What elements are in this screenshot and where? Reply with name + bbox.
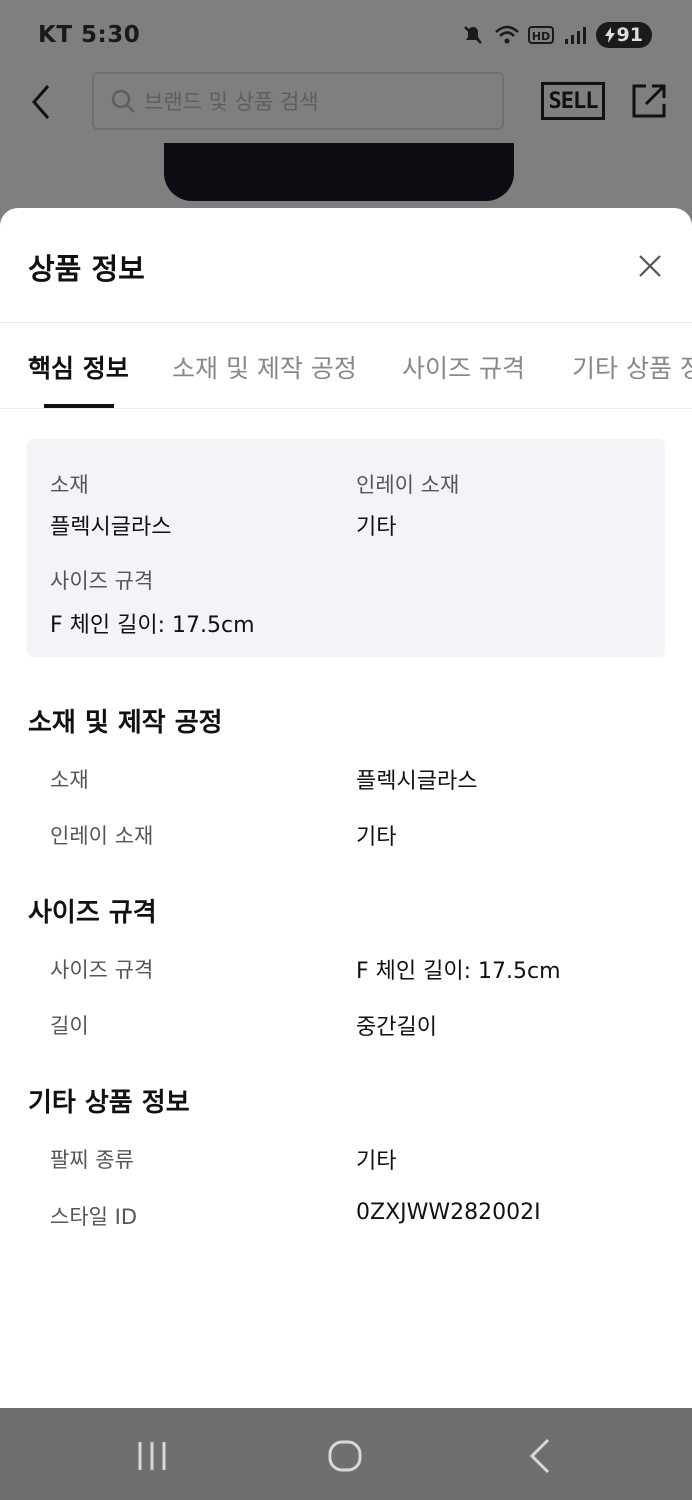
- row-label: 팔찌 종류: [50, 1148, 134, 1172]
- row-value: 플렉시글라스: [356, 769, 478, 794]
- row-value: 기타: [356, 825, 397, 850]
- nav-back-button[interactable]: [522, 1436, 562, 1476]
- row-label: 스타일 ID: [50, 1205, 137, 1229]
- row-label: 길이: [50, 1014, 89, 1038]
- signal-icon: [562, 24, 588, 46]
- app-header: 브랜드 및 상품 검색 SELL: [0, 70, 692, 134]
- sell-button[interactable]: SELL: [541, 82, 605, 120]
- svg-text:HD: HD: [531, 30, 549, 43]
- search-placeholder: 브랜드 및 상품 검색: [144, 90, 319, 114]
- tab-bar: 핵심 정보 소재 및 제작 공정 사이즈 규격 기타 상품 정보: [0, 323, 692, 409]
- tab-other-info[interactable]: 기타 상품 정보: [572, 349, 692, 385]
- summary-value: 기타: [356, 515, 397, 540]
- close-button[interactable]: [636, 252, 664, 280]
- row-value: 기타: [356, 1149, 397, 1174]
- nav-back-icon: [529, 1438, 550, 1474]
- active-tab-indicator: [44, 404, 114, 408]
- tab-material[interactable]: 소재 및 제작 공정: [172, 349, 357, 385]
- summary-label: 소재: [50, 473, 89, 497]
- sheet-header: 상품 정보: [0, 208, 692, 323]
- section-title-material: 소재 및 제작 공정: [28, 708, 223, 738]
- row-value: 0ZXJWW282002I: [356, 1200, 541, 1225]
- search-input[interactable]: 브랜드 및 상품 검색: [92, 72, 504, 130]
- charging-icon: [604, 27, 615, 43]
- tab-size[interactable]: 사이즈 규격: [402, 349, 525, 385]
- summary-label: 인레이 소재: [356, 473, 460, 497]
- row-label: 소재: [50, 768, 89, 792]
- summary-card: 소재 플렉시글라스 인레이 소재 기타 사이즈 규격 F 체인 길이: 17.5…: [27, 439, 665, 657]
- recent-apps-button[interactable]: [132, 1436, 172, 1476]
- summary-value: F 체인 길이: 17.5cm: [50, 613, 255, 638]
- chevron-left-icon: [32, 85, 50, 119]
- battery-indicator: 91: [595, 22, 652, 48]
- search-icon: [111, 89, 135, 113]
- product-image: [164, 143, 514, 201]
- row-label: 인레이 소재: [50, 824, 154, 848]
- row-value: F 체인 길이: 17.5cm: [356, 959, 561, 984]
- sheet-title: 상품 정보: [28, 252, 145, 286]
- share-icon: [632, 84, 666, 118]
- section-title-size: 사이즈 규격: [28, 898, 157, 928]
- row-value: 중간길이: [356, 1015, 437, 1040]
- summary-value: 플렉시글라스: [50, 515, 172, 540]
- mute-icon: [460, 24, 486, 46]
- row-label: 사이즈 규격: [50, 958, 154, 982]
- share-button[interactable]: [630, 82, 668, 120]
- status-carrier-time: KT 5:30: [38, 22, 141, 48]
- tab-core-info[interactable]: 핵심 정보: [28, 349, 129, 385]
- battery-level: 91: [616, 24, 643, 46]
- status-icons: HD 91: [460, 22, 652, 48]
- hd-icon: HD: [527, 24, 554, 46]
- recent-apps-icon: [138, 1442, 166, 1470]
- section-title-other: 기타 상품 정보: [28, 1088, 190, 1118]
- system-nav-bar: [0, 1408, 692, 1500]
- home-icon: [328, 1440, 362, 1472]
- wifi-icon: [494, 24, 520, 46]
- home-button[interactable]: [325, 1436, 365, 1476]
- close-icon: [639, 255, 661, 277]
- status-bar: KT 5:30 HD 91: [0, 0, 692, 70]
- back-button[interactable]: [28, 82, 58, 122]
- summary-label: 사이즈 규격: [50, 569, 154, 593]
- product-info-sheet: 상품 정보 핵심 정보 소재 및 제작 공정 사이즈 규격 기타 상품 정보 소…: [0, 208, 692, 1408]
